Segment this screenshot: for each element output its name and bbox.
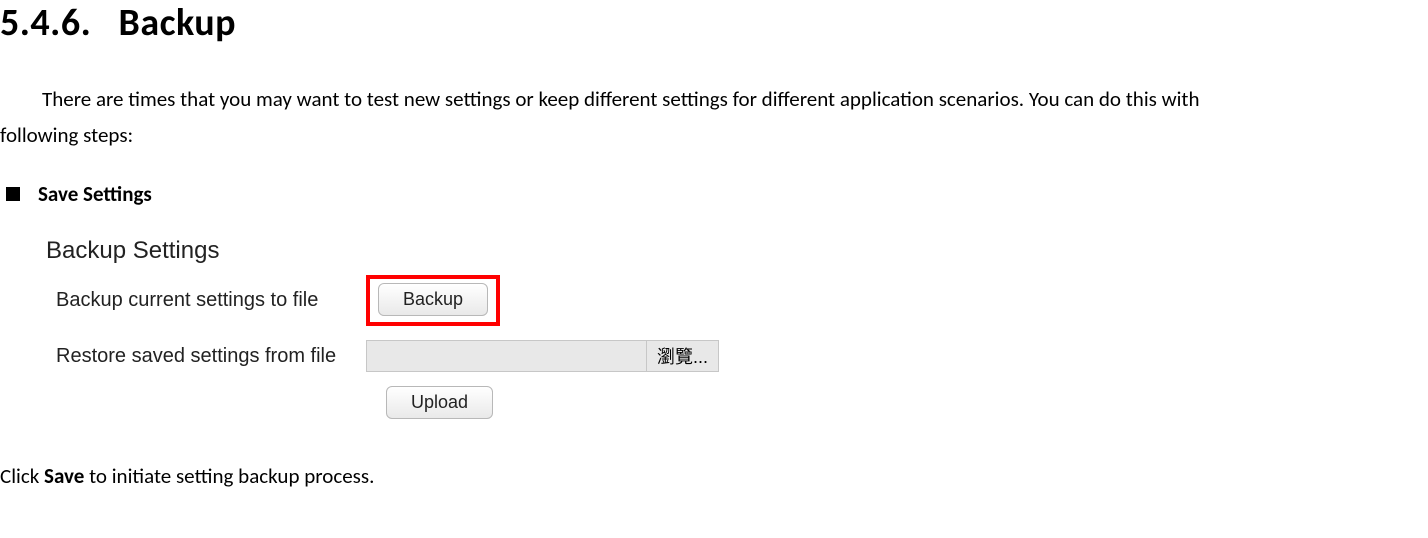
- heading-text: Backup: [119, 0, 237, 46]
- backup-button-highlight: Backup: [366, 275, 500, 326]
- file-chooser: 瀏覽...: [366, 340, 719, 372]
- section-heading: 5.4.6. Backup: [0, 0, 1428, 46]
- intro-paragraph: There are times that you may want to tes…: [0, 82, 1428, 153]
- instruction-bold: Save: [44, 463, 84, 489]
- bullet-label: Save Settings: [38, 181, 152, 207]
- backup-settings-panel: Backup Settings Backup current settings …: [46, 229, 786, 437]
- upload-button[interactable]: Upload: [386, 386, 493, 419]
- instruction-prefix: Click: [0, 463, 44, 489]
- instruction-suffix: to initiate setting backup process.: [84, 463, 374, 489]
- backup-button[interactable]: Backup: [378, 283, 488, 316]
- file-path-input[interactable]: [366, 340, 646, 372]
- upload-row: Upload: [386, 386, 786, 419]
- instruction-line: Click Save to initiate setting backup pr…: [0, 463, 1428, 489]
- square-bullet-icon: [6, 187, 20, 201]
- backup-row-label: Backup current settings to file: [46, 289, 366, 312]
- restore-row-label: Restore saved settings from file: [46, 345, 366, 368]
- intro-line-2: following steps:: [0, 122, 133, 148]
- intro-line-1: There are times that you may want to tes…: [42, 86, 1200, 112]
- panel-title: Backup Settings: [46, 237, 786, 265]
- bullet-item-save-settings: Save Settings: [6, 181, 1428, 207]
- browse-button[interactable]: 瀏覽...: [646, 340, 719, 372]
- backup-row: Backup current settings to file Backup: [46, 275, 786, 326]
- heading-number: 5.4.6.: [0, 0, 91, 46]
- restore-row: Restore saved settings from file 瀏覽...: [46, 340, 786, 372]
